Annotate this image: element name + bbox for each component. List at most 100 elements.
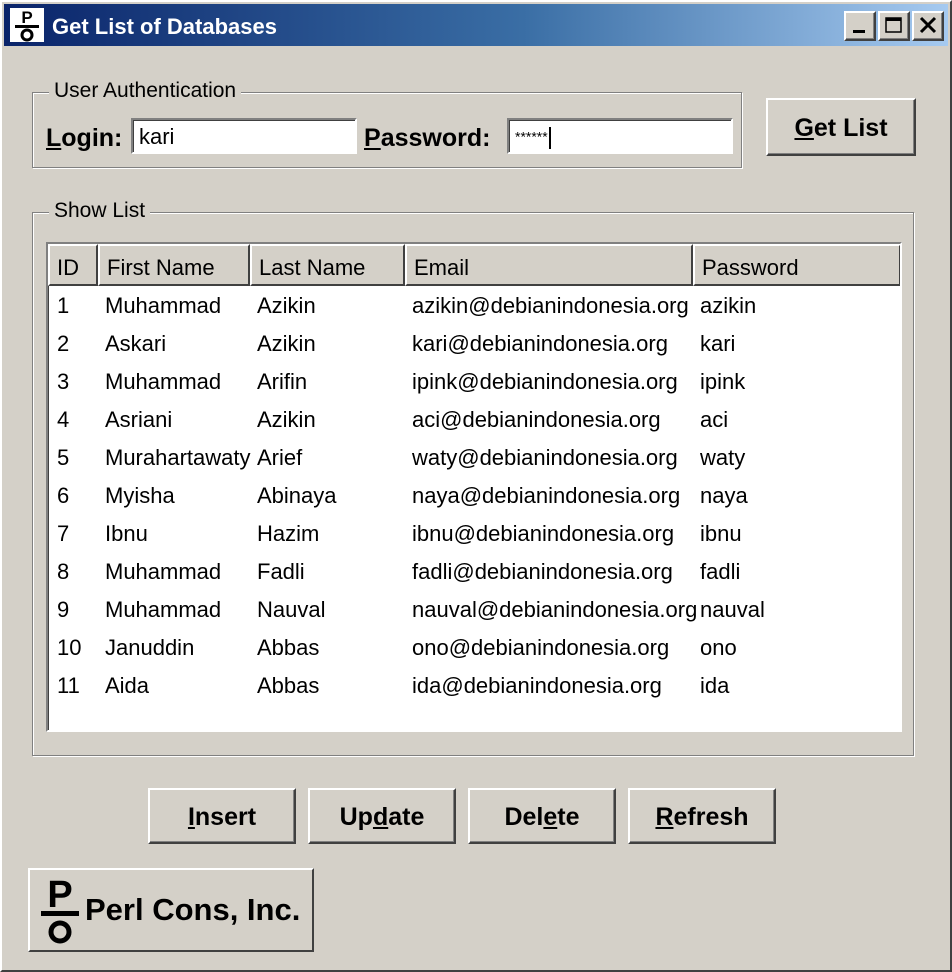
cell-id: 11	[57, 673, 80, 698]
refresh-label: Refresh	[655, 803, 749, 831]
column-header-id[interactable]: ID	[48, 244, 98, 286]
cell-password: kari	[700, 331, 736, 356]
list-header: ID First Name Last Name Email Password	[48, 244, 900, 286]
cell-email: ono@debianindonesia.org	[412, 635, 670, 660]
password-label: Password:	[364, 124, 491, 152]
table-row[interactable]: 10 Januddin Abbas ono@debianindonesia.org on…	[48, 630, 900, 668]
svg-text:P: P	[21, 8, 32, 27]
table-row[interactable]: 3 Muhammad Arifin ipink@debianindonesia.org…	[48, 364, 900, 402]
user-authentication-legend: User Authentication	[49, 79, 242, 103]
perl-cons-logo-icon: P	[10, 8, 44, 42]
minimize-button[interactable]	[844, 11, 876, 41]
logo-text: Perl Cons, Inc.	[85, 892, 301, 927]
cell-id: 4	[57, 407, 70, 432]
cell-email: azikin@debianindonesia.org	[412, 293, 689, 318]
cell-password: aci	[700, 407, 729, 432]
table-row[interactable]: 7 Ibnu Hazim ibnu@debianindonesia.org ibnu	[48, 516, 900, 554]
cell-first-name: Asriani	[105, 407, 173, 432]
cell-id: 3	[57, 369, 70, 394]
insert-label: Insert	[187, 803, 257, 831]
cell-id: 8	[57, 559, 70, 584]
cell-password: naya	[700, 483, 748, 508]
cell-id: 6	[57, 483, 70, 508]
update-label: Update	[339, 803, 425, 831]
app-window: P Get List of Databases User Authenticat…	[0, 0, 952, 972]
column-header-last-name[interactable]: Last Name	[250, 244, 405, 286]
cell-email: waty@debianindonesia.org	[412, 445, 678, 470]
cell-password: nauval	[700, 597, 765, 622]
database-list-view[interactable]: ID First Name Last Name Email Password 1…	[46, 242, 902, 732]
cell-id: 9	[57, 597, 70, 622]
update-button[interactable]: Update	[308, 788, 456, 844]
cell-last-name: Abbas	[257, 673, 320, 698]
cell-email: ibnu@debianindonesia.org	[412, 521, 675, 546]
table-row[interactable]: 5 Murahartawaty Arief waty@debianindonesia.…	[48, 440, 900, 478]
cell-first-name: Muhammad	[105, 293, 222, 318]
cell-first-name: Muhammad	[105, 369, 222, 394]
cell-password: ida	[700, 673, 730, 698]
text-cursor	[548, 127, 551, 149]
cell-last-name: Azikin	[257, 331, 316, 356]
cell-password: ono	[700, 635, 737, 660]
cell-last-name: Azikin	[257, 407, 316, 432]
column-header-first-name[interactable]: First Name	[98, 244, 250, 286]
cell-id: 7	[57, 521, 70, 546]
cell-email: ipink@debianindonesia.org	[412, 369, 678, 394]
cell-email: aci@debianindonesia.org	[412, 407, 661, 432]
cell-password: azikin	[700, 293, 757, 318]
table-row[interactable]: 1 Muhammad Azikin azikin@debianindonesia.or…	[48, 288, 900, 326]
cell-last-name: Abinaya	[257, 483, 337, 508]
cell-first-name: Murahartawaty	[105, 445, 251, 470]
cell-last-name: Hazim	[257, 521, 320, 546]
password-mask: ******	[515, 128, 548, 145]
svg-text:P: P	[47, 875, 72, 916]
cell-last-name: Nauval	[257, 597, 326, 622]
title-bar[interactable]: P Get List of Databases	[4, 4, 948, 46]
cell-password: waty	[700, 445, 746, 470]
refresh-button[interactable]: Refresh	[628, 788, 776, 844]
perl-cons-logo: P Perl Cons, Inc.	[28, 868, 314, 952]
cell-first-name: Muhammad	[105, 559, 222, 584]
cell-first-name: Ibnu	[105, 521, 148, 546]
cell-id: 5	[57, 445, 70, 470]
table-row[interactable]: 8 Muhammad Fadli fadli@debianindonesia.org f…	[48, 554, 900, 592]
cell-last-name: Arifin	[257, 369, 308, 394]
cell-first-name: Aida	[105, 673, 150, 698]
delete-label: Delete	[504, 803, 580, 831]
column-header-email[interactable]: Email	[405, 244, 693, 286]
maximize-button[interactable]	[878, 11, 910, 41]
cell-email: nauval@debianindonesia.org	[412, 597, 697, 622]
password-field[interactable]: ******	[507, 118, 733, 154]
minimize-icon	[853, 30, 865, 33]
column-header-password[interactable]: Password	[693, 244, 900, 286]
cell-last-name: Arief	[257, 445, 303, 470]
table-row[interactable]: 6 Myisha Abinaya naya@debianindonesia.org na…	[48, 478, 900, 516]
delete-button[interactable]: Delete	[468, 788, 616, 844]
cell-email: fadli@debianindonesia.org	[412, 559, 673, 584]
login-label: Login:	[46, 124, 123, 152]
cell-first-name: Muhammad	[105, 597, 222, 622]
cell-last-name: Azikin	[257, 293, 316, 318]
user-authentication-group: User Authentication Login: kari Password…	[32, 79, 742, 168]
close-button[interactable]	[912, 11, 944, 41]
insert-button[interactable]: Insert	[148, 788, 296, 844]
get-list-label: Get List	[794, 114, 888, 142]
cell-id: 1	[57, 293, 70, 318]
cell-password: fadli	[700, 559, 741, 584]
table-row[interactable]: 9 Muhammad Nauval nauval@debianindonesia.or…	[48, 592, 900, 630]
perl-cons-logo-icon: P	[41, 875, 79, 944]
cell-email: naya@debianindonesia.org	[412, 483, 681, 508]
table-row[interactable]: 4 Asriani Azikin aci@debianindonesia.org aci	[48, 402, 900, 440]
cell-first-name: Myisha	[105, 483, 175, 508]
window-title: Get List of Databases	[52, 14, 277, 39]
cell-id: 2	[57, 331, 70, 356]
get-list-button[interactable]: Get List	[766, 98, 916, 156]
table-row[interactable]: 11 Aida Abbas ida@debianindonesia.org ida	[48, 668, 900, 706]
cell-last-name: Abbas	[257, 635, 320, 660]
cell-first-name: Askari	[105, 331, 167, 356]
cell-password: ipink	[700, 369, 746, 394]
cell-email: ida@debianindonesia.org	[412, 673, 662, 698]
table-row[interactable]: 2 Askari Azikin kari@debianindonesia.org kar…	[48, 326, 900, 364]
login-field[interactable]: kari	[131, 118, 357, 154]
cell-password: ibnu	[700, 521, 742, 546]
